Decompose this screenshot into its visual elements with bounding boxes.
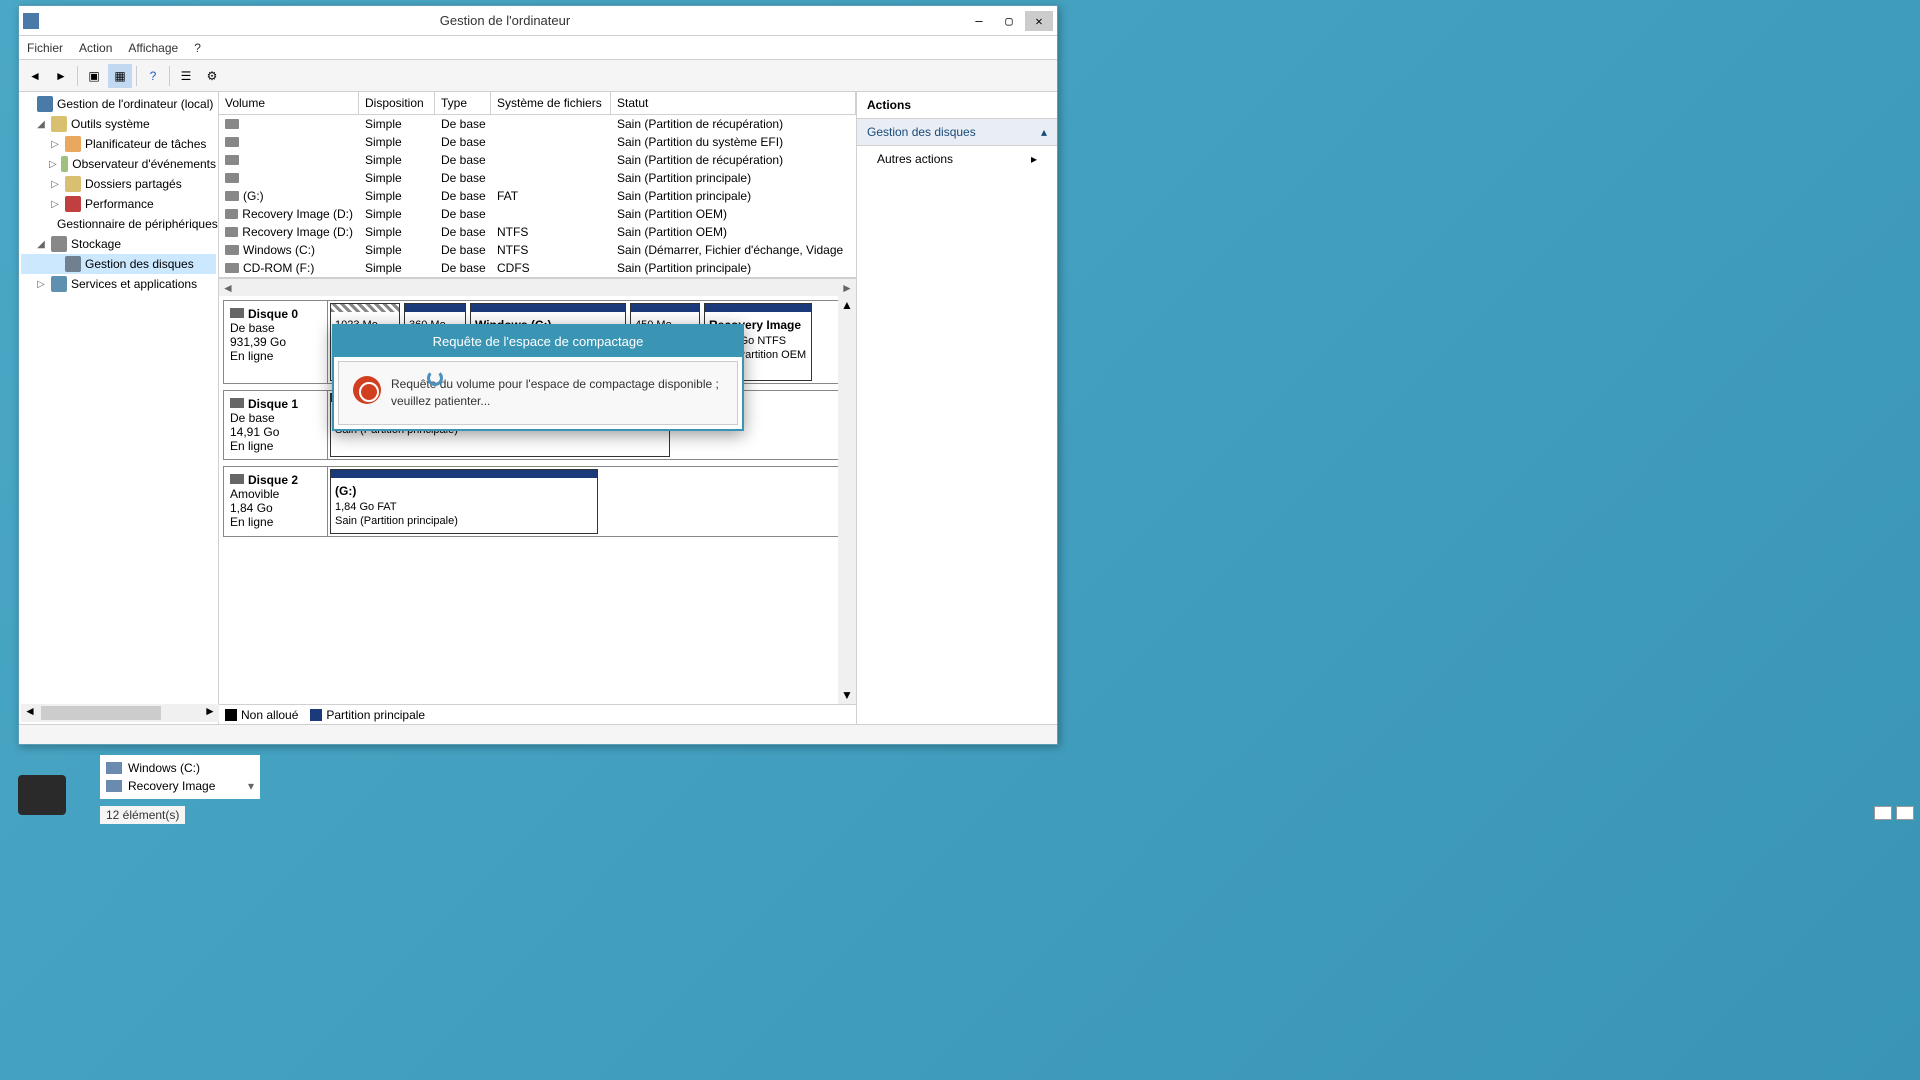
navigation-tree[interactable]: Gestion de l'ordinateur (local) ◢Outils … bbox=[19, 92, 219, 724]
drive-icon bbox=[106, 780, 122, 792]
volume-icon bbox=[225, 137, 239, 147]
actions-title: Actions bbox=[857, 92, 1057, 119]
volume-icon bbox=[225, 191, 239, 201]
disk-info: Disque 1De base14,91 GoEn ligne bbox=[224, 391, 328, 459]
scroll-left-icon[interactable]: ◄ bbox=[21, 704, 39, 722]
col-type[interactable]: Type bbox=[435, 92, 491, 114]
menu-file[interactable]: Fichier bbox=[27, 41, 63, 55]
submenu-arrow-icon: ▸ bbox=[1031, 152, 1037, 166]
view-list-button[interactable]: ☰ bbox=[174, 64, 198, 88]
toolbar: ◄ ► ▣ ▦ ? ☰ ⚙ bbox=[19, 60, 1057, 92]
scroll-left-icon[interactable]: ◄ bbox=[219, 281, 237, 295]
forward-button[interactable]: ► bbox=[49, 64, 73, 88]
back-button[interactable]: ◄ bbox=[23, 64, 47, 88]
disk-icon bbox=[230, 308, 244, 318]
scroll-right-icon[interactable]: ► bbox=[838, 281, 856, 295]
disk-vscroll[interactable]: ▲ ▼ bbox=[838, 296, 856, 704]
tree-device-manager[interactable]: Gestionnaire de périphériques bbox=[21, 214, 216, 234]
table-row[interactable]: Recovery Image (D:)SimpleDe baseSain (Pa… bbox=[219, 205, 856, 223]
tree-shared-folders[interactable]: ▷Dossiers partagés bbox=[21, 174, 216, 194]
scroll-right-icon[interactable]: ► bbox=[201, 704, 219, 722]
titlebar[interactable]: Gestion de l'ordinateur — ▢ ✕ bbox=[19, 6, 1057, 36]
table-row[interactable]: SimpleDe baseSain (Partition de récupéra… bbox=[219, 115, 856, 133]
dialog-title: Requête de l'espace de compactage bbox=[334, 326, 742, 357]
desktop-printer-icon[interactable] bbox=[18, 775, 66, 815]
tree-system-tools[interactable]: ◢Outils système bbox=[21, 114, 216, 134]
dialog-message: Requête du volume pour l'espace de compa… bbox=[391, 376, 723, 410]
tree-task-scheduler[interactable]: ▷Planificateur de tâches bbox=[21, 134, 216, 154]
actions-panel: Actions Gestion des disques ▴ Autres act… bbox=[857, 92, 1057, 724]
disk-info: Disque 2Amovible1,84 GoEn ligne bbox=[224, 467, 328, 535]
explorer-item[interactable]: Recovery Image▾ bbox=[104, 777, 256, 795]
help-button[interactable]: ? bbox=[141, 64, 165, 88]
menu-view[interactable]: Affichage bbox=[128, 41, 178, 55]
table-row[interactable]: Windows (C:)SimpleDe baseNTFSSain (Démar… bbox=[219, 241, 856, 259]
table-row[interactable]: SimpleDe baseSain (Partition principale) bbox=[219, 169, 856, 187]
disk-info: Disque 0De base931,39 GoEn ligne bbox=[224, 301, 328, 383]
explorer-status: 12 élément(s) bbox=[100, 806, 185, 824]
table-header: Volume Disposition Type Système de fichi… bbox=[219, 92, 856, 115]
close-button[interactable]: ✕ bbox=[1025, 11, 1053, 31]
explorer-item[interactable]: Windows (C:) bbox=[104, 759, 256, 777]
col-layout[interactable]: Disposition bbox=[359, 92, 435, 114]
volume-icon bbox=[225, 227, 238, 237]
tree-root[interactable]: Gestion de l'ordinateur (local) bbox=[21, 94, 216, 114]
legend: Non alloué Partition principale bbox=[219, 704, 856, 724]
maximize-button[interactable]: ▢ bbox=[995, 11, 1023, 31]
tree-hscroll[interactable]: ◄ ► bbox=[21, 704, 219, 722]
busy-icon bbox=[353, 376, 381, 404]
collapse-icon[interactable]: ▴ bbox=[1041, 125, 1047, 139]
table-row[interactable]: Recovery Image (D:)SimpleDe baseNTFSSain… bbox=[219, 223, 856, 241]
view-details-button[interactable] bbox=[1874, 806, 1892, 820]
view-settings-button[interactable]: ⚙ bbox=[200, 64, 224, 88]
menubar: Fichier Action Affichage ? bbox=[19, 36, 1057, 60]
tree-event-viewer[interactable]: ▷Observateur d'événements bbox=[21, 154, 216, 174]
properties-button[interactable]: ▦ bbox=[108, 64, 132, 88]
volume-icon bbox=[225, 245, 239, 255]
col-filesystem[interactable]: Système de fichiers bbox=[491, 92, 611, 114]
drive-icon bbox=[106, 762, 122, 774]
scroll-up-icon[interactable]: ▲ bbox=[838, 296, 856, 314]
scroll-down-icon[interactable]: ▼ bbox=[838, 686, 856, 704]
explorer-view-buttons bbox=[1874, 806, 1914, 820]
menu-help[interactable]: ? bbox=[194, 41, 201, 55]
legend-primary: Partition principale bbox=[310, 708, 425, 722]
volume-table: Volume Disposition Type Système de fichi… bbox=[219, 92, 856, 278]
menu-action[interactable]: Action bbox=[79, 41, 112, 55]
disk-icon bbox=[230, 398, 244, 408]
volume-icon bbox=[225, 119, 239, 129]
explorer-nav-strip: Windows (C:) Recovery Image▾ bbox=[100, 755, 260, 799]
table-hscroll[interactable]: ◄ ► bbox=[219, 278, 856, 296]
view-icons-button[interactable] bbox=[1896, 806, 1914, 820]
tree-disk-management[interactable]: Gestion des disques bbox=[21, 254, 216, 274]
disk-icon bbox=[230, 474, 244, 484]
spinner-icon bbox=[427, 370, 443, 386]
partition-block[interactable]: (G:)1,84 Go FATSain (Partition principal… bbox=[330, 469, 598, 533]
tree-performance[interactable]: ▷Performance bbox=[21, 194, 216, 214]
table-row[interactable]: CD-ROM (F:)SimpleDe baseCDFSSain (Partit… bbox=[219, 259, 856, 277]
up-button[interactable]: ▣ bbox=[82, 64, 106, 88]
shrink-query-dialog: Requête de l'espace de compactage Requêt… bbox=[332, 324, 744, 431]
table-row[interactable]: (G:)SimpleDe baseFATSain (Partition prin… bbox=[219, 187, 856, 205]
disk-row: Disque 2Amovible1,84 GoEn ligne(G:)1,84 … bbox=[223, 466, 852, 536]
minimize-button[interactable]: — bbox=[965, 11, 993, 31]
volume-icon bbox=[225, 155, 239, 165]
table-row[interactable]: SimpleDe baseSain (Partition de récupéra… bbox=[219, 151, 856, 169]
legend-unallocated: Non alloué bbox=[225, 708, 298, 722]
tree-services-apps[interactable]: ▷Services et applications bbox=[21, 274, 216, 294]
statusbar bbox=[19, 724, 1057, 744]
col-status[interactable]: Statut bbox=[611, 92, 856, 114]
dropdown-icon[interactable]: ▾ bbox=[248, 779, 254, 793]
volume-icon bbox=[225, 209, 238, 219]
volume-icon bbox=[225, 263, 239, 273]
volume-icon bbox=[225, 173, 239, 183]
system-icon bbox=[23, 13, 39, 29]
col-volume[interactable]: Volume bbox=[219, 92, 359, 114]
actions-section[interactable]: Gestion des disques ▴ bbox=[857, 119, 1057, 146]
scroll-thumb[interactable] bbox=[41, 706, 161, 720]
table-row[interactable]: SimpleDe baseSain (Partition du système … bbox=[219, 133, 856, 151]
window-title: Gestion de l'ordinateur bbox=[45, 13, 965, 28]
actions-other[interactable]: Autres actions ▸ bbox=[857, 146, 1057, 172]
tree-storage[interactable]: ◢Stockage bbox=[21, 234, 216, 254]
